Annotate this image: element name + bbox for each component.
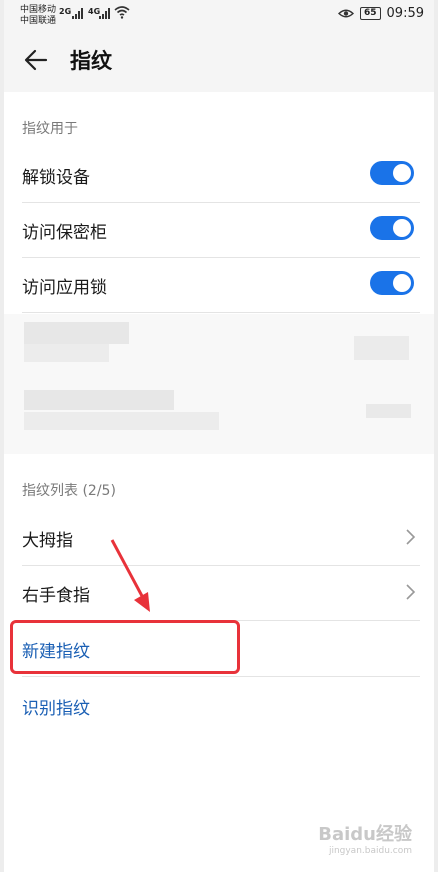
right-status: 65 09:59 — [338, 6, 424, 21]
network-type-1: 2G — [59, 7, 72, 16]
app-lock-toggle[interactable] — [370, 271, 414, 295]
row-label: 访问保密柜 — [22, 223, 107, 243]
identify-fingerprint-label: 识别指纹 — [22, 699, 90, 719]
blur-block — [24, 344, 109, 362]
blur-block — [24, 390, 174, 410]
battery-icon: 65 — [360, 7, 381, 20]
chevron-right-icon — [406, 584, 416, 600]
row-safe-access[interactable]: 访问保密柜 — [22, 202, 420, 258]
phone-screen: 中国移动 中国联通 2G 4G 65 09:59 指纹 指纹用于 解锁设备 访问… — [4, 0, 434, 872]
fingerprint-item-thumb[interactable]: 大拇指 — [22, 510, 420, 566]
unlock-device-toggle[interactable] — [370, 161, 414, 185]
row-label: 访问应用锁 — [22, 278, 107, 298]
blur-block — [24, 322, 129, 344]
settings-card: 指纹用于 解锁设备 访问保密柜 访问应用锁 指纹列表 (2/5) 大拇指 右手食… — [4, 92, 434, 872]
row-app-lock[interactable]: 访问应用锁 — [22, 257, 420, 313]
fingerprint-item-right-index[interactable]: 右手食指 — [22, 565, 420, 621]
blurred-region — [4, 314, 434, 454]
watermark-logo: Baidu经验 jingyan.baidu.com — [318, 820, 412, 856]
blur-block — [354, 336, 409, 360]
app-header: 指纹 — [4, 32, 434, 88]
carrier-names: 中国移动 中国联通 — [20, 5, 56, 27]
carrier-2: 中国联通 — [20, 16, 57, 26]
carrier-1: 中国移动 — [20, 5, 57, 15]
signal-icon — [72, 8, 83, 19]
annotation-arrow-icon — [110, 539, 150, 612]
watermark-url: jingyan.baidu.com — [328, 846, 412, 856]
status-bar: 中国移动 中国联通 2G 4G 65 09:59 — [4, 0, 434, 32]
blur-block — [366, 404, 411, 418]
identify-fingerprint-button[interactable]: 识别指纹 — [22, 678, 420, 733]
row-unlock-device[interactable]: 解锁设备 — [22, 147, 420, 203]
wifi-icon — [114, 6, 130, 19]
annotation-highlight-box — [10, 620, 240, 674]
section-label-fingerprint-list: 指纹列表 (2/5) — [22, 483, 116, 499]
eye-comfort-icon — [338, 9, 354, 18]
chevron-right-icon — [406, 529, 416, 545]
blur-block — [24, 412, 219, 430]
row-label: 解锁设备 — [22, 168, 90, 188]
signal-icon-2 — [99, 8, 110, 19]
safe-access-toggle[interactable] — [370, 216, 414, 240]
clock: 09:59 — [386, 6, 424, 21]
section-label-fingerprint-use: 指纹用于 — [22, 121, 78, 137]
watermark-brand: Baidu经验 — [318, 824, 412, 845]
page-title: 指纹 — [70, 49, 112, 73]
back-arrow-icon[interactable] — [22, 46, 50, 74]
row-label: 右手食指 — [22, 586, 90, 606]
row-label: 大拇指 — [22, 531, 73, 551]
